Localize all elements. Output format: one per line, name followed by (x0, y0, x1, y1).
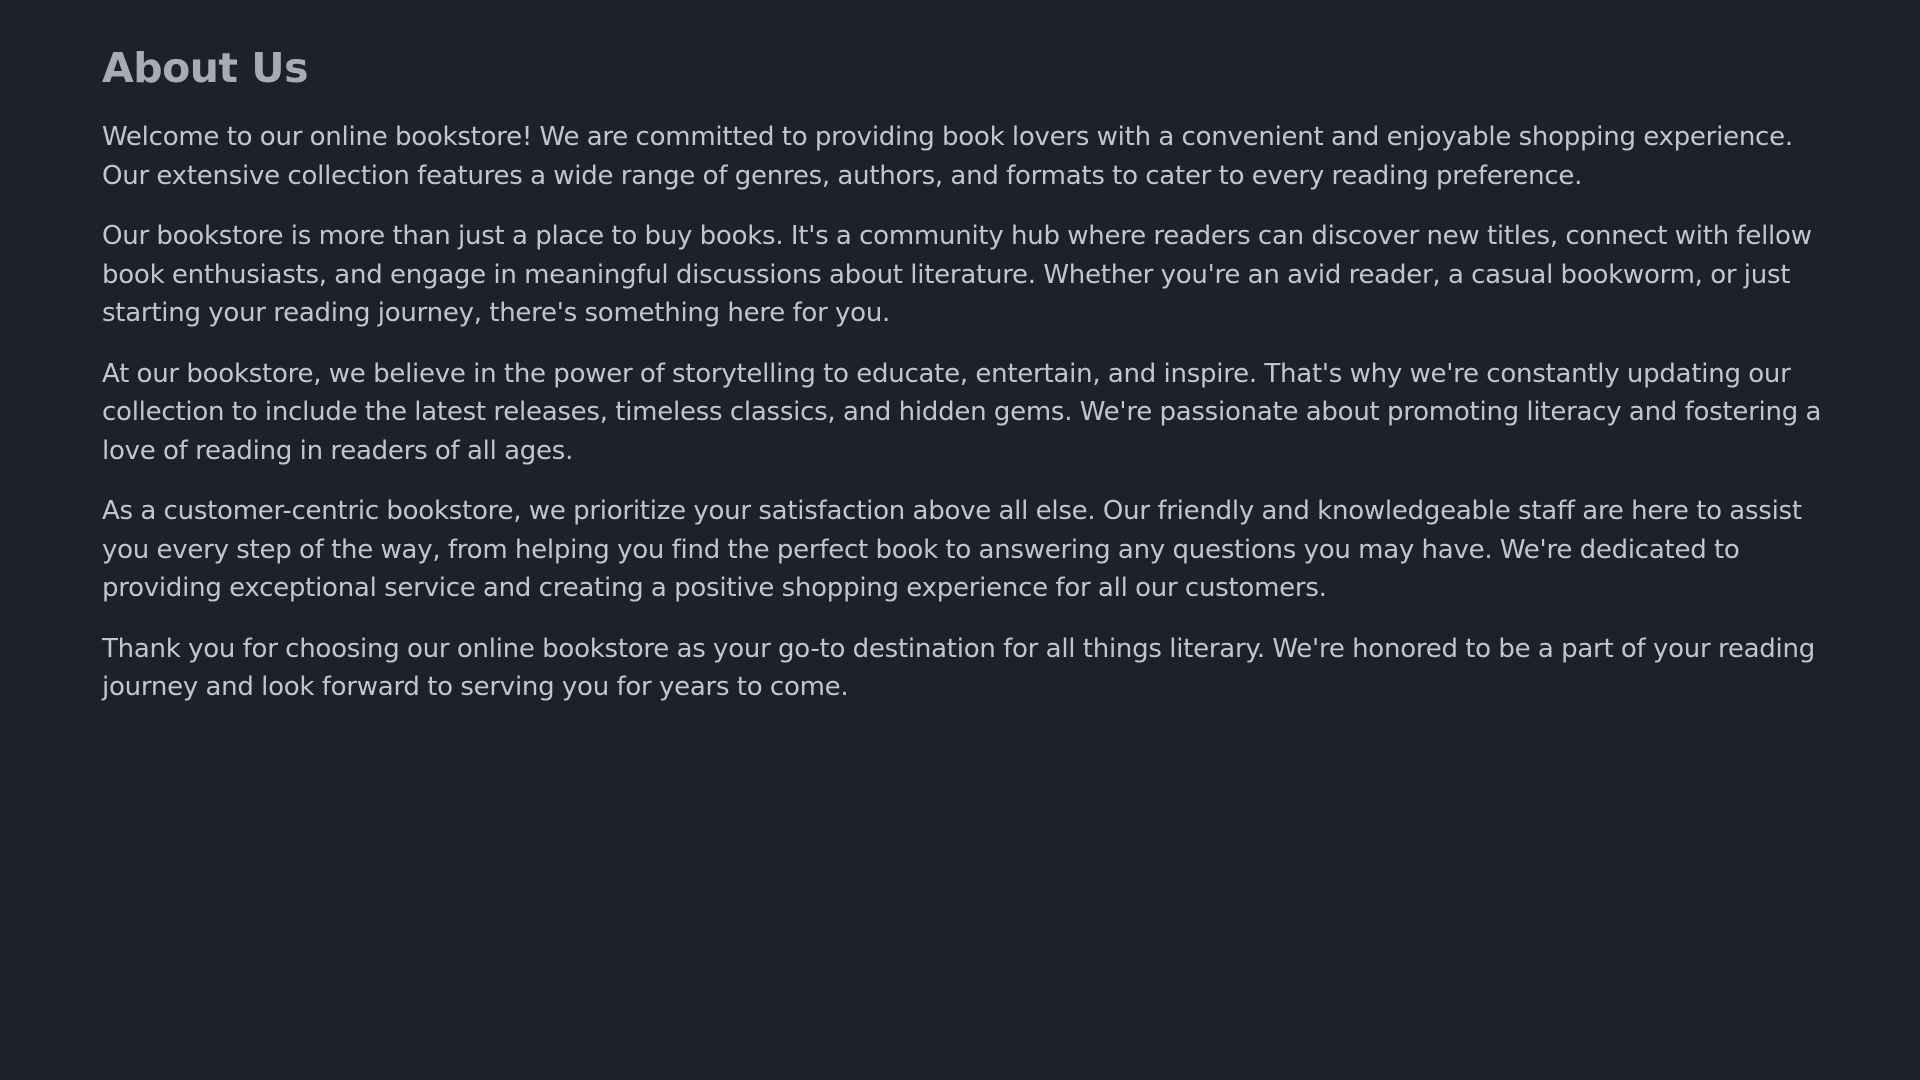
about-us-section: About Us Welcome to our online bookstore… (102, 40, 1822, 729)
about-paragraph-welcome: Welcome to our online bookstore! We are … (102, 122, 1793, 191)
about-paragraph-community: Our bookstore is more than just a place … (102, 221, 1812, 328)
about-paragraph-storytelling: At our bookstore, we believe in the powe… (102, 358, 1822, 466)
page-title: About Us (102, 44, 309, 92)
about-paragraph-customer-service: As a customer-centric bookstore, we prio… (102, 496, 1802, 603)
about-paragraph-thank-you: Thank you for choosing our online bookst… (102, 633, 1815, 703)
